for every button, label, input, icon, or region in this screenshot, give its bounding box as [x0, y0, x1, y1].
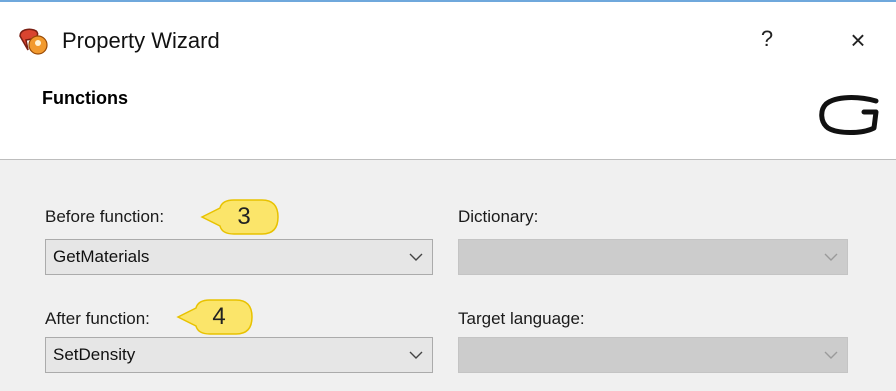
- chevron-down-icon: [824, 253, 838, 261]
- chevron-down-icon: [409, 253, 423, 261]
- callout-3-number: 3: [237, 203, 251, 230]
- target-language-label: Target language:: [458, 309, 585, 328]
- close-button[interactable]: ×: [840, 24, 876, 56]
- app-icon: [19, 28, 48, 55]
- before-function-value: GetMaterials: [53, 247, 150, 266]
- chevron-down-icon: [409, 351, 423, 359]
- form-panel: Before function: GetMaterials After func…: [0, 160, 896, 391]
- after-function-value: SetDensity: [53, 345, 136, 364]
- title-bar: Property Wizard ? ×: [0, 2, 896, 74]
- dictionary-label: Dictionary:: [458, 207, 539, 226]
- wizard-header: Functions: [0, 74, 896, 160]
- after-function-select[interactable]: SetDensity: [45, 337, 433, 373]
- dictionary-select[interactable]: [458, 239, 848, 275]
- chevron-down-icon: [824, 351, 838, 359]
- help-button[interactable]: ?: [752, 24, 782, 54]
- after-function-label: After function:: [45, 309, 150, 328]
- page-title: Functions: [42, 88, 128, 108]
- before-function-select[interactable]: GetMaterials: [45, 239, 433, 275]
- brand-logo: [819, 95, 879, 135]
- callout-4-number: 4: [212, 303, 226, 330]
- window-title: Property Wizard: [62, 28, 220, 53]
- target-language-select[interactable]: [458, 337, 848, 373]
- before-function-label: Before function:: [45, 207, 165, 226]
